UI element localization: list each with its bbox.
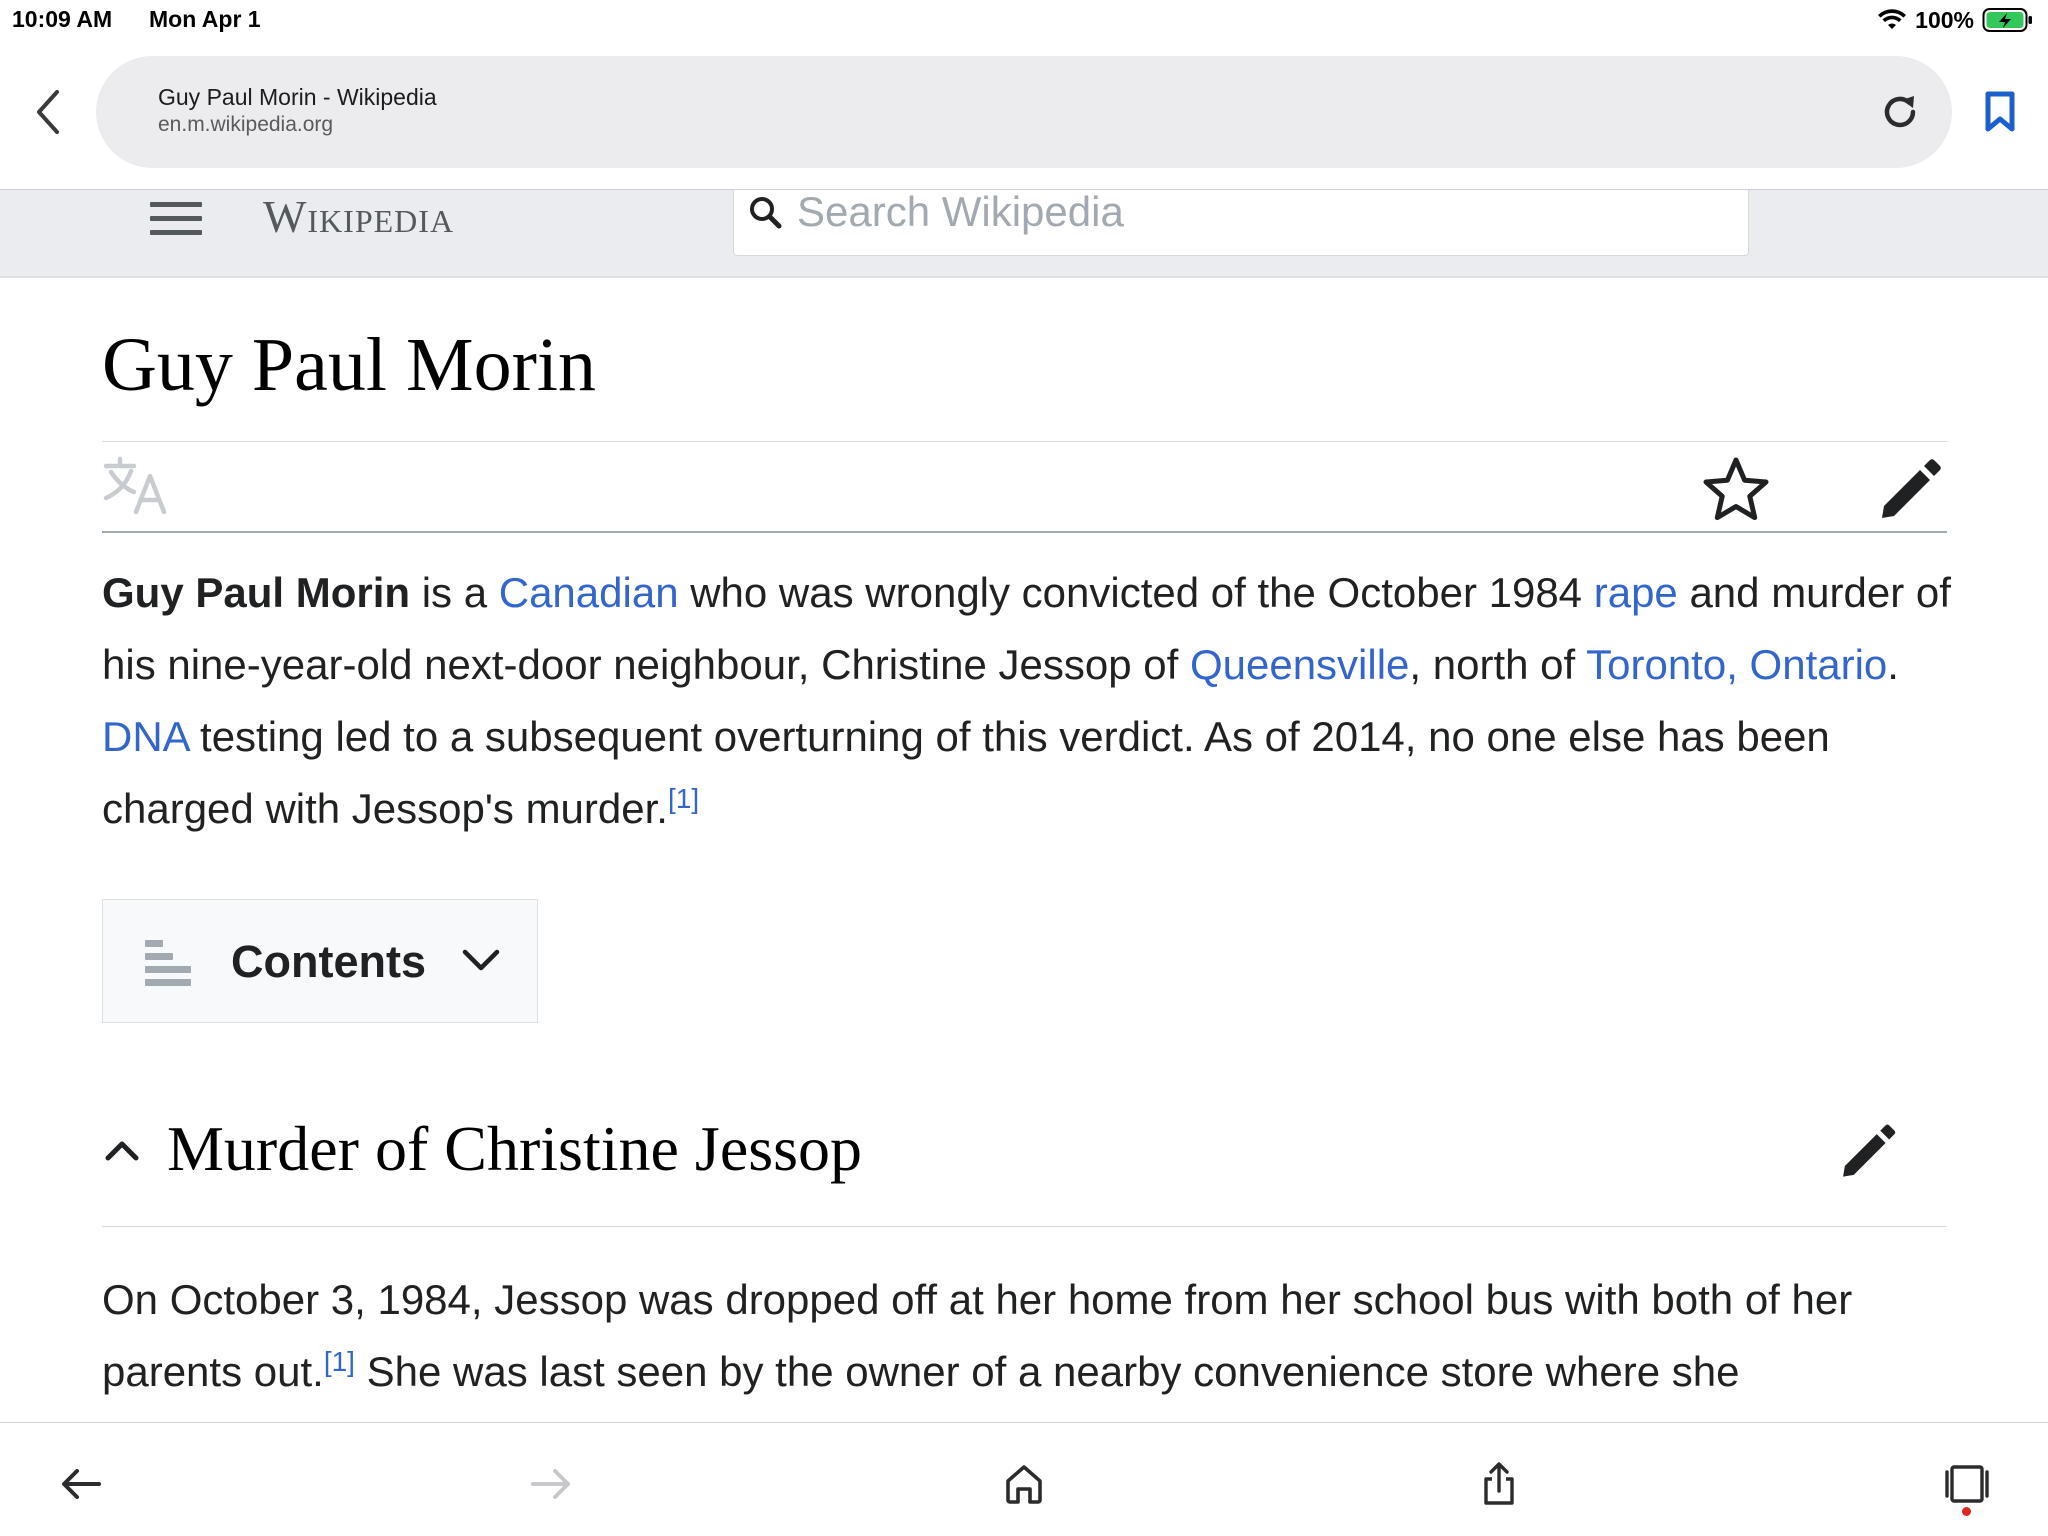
- bookmark-button[interactable]: [1978, 88, 2022, 136]
- link-canadian[interactable]: Canadian: [499, 569, 679, 616]
- address-host: en.m.wikipedia.org: [158, 113, 334, 136]
- section-collapse-button[interactable]: [100, 1128, 144, 1172]
- toolbar-tabs-button[interactable]: [1942, 1459, 1992, 1509]
- battery-percent: 100%: [1915, 6, 1974, 33]
- watch-button[interactable]: [1700, 454, 1772, 526]
- search-icon: [750, 197, 782, 229]
- search-input[interactable]: Search Wikipedia: [733, 188, 1749, 256]
- toolbar-back-button[interactable]: [56, 1459, 106, 1509]
- lead-text: testing led to a subsequent overturning …: [102, 713, 1830, 832]
- arrow-left-icon: [62, 1469, 101, 1499]
- home-icon: [1006, 1465, 1042, 1504]
- edit-page-button[interactable]: [1874, 454, 1944, 524]
- tabs-icon: [1945, 1465, 1989, 1503]
- pencil-icon: [1882, 459, 1941, 518]
- arrow-right-icon: [531, 1469, 570, 1499]
- status-date: Mon Apr 1: [149, 6, 261, 32]
- toolbar-share-button[interactable]: [1474, 1459, 1524, 1509]
- chevron-up-icon: [105, 1141, 139, 1161]
- address-bar[interactable]: Guy Paul Morin - Wikipedia en.m.wikipedi…: [96, 56, 1952, 168]
- contents-toggle[interactable]: Contents: [102, 899, 538, 1023]
- title-bar-divider: [102, 531, 1947, 533]
- reload-button[interactable]: [1876, 88, 1924, 136]
- list-icon: [145, 940, 191, 986]
- status-indicators: 100%: [1877, 4, 2034, 36]
- language-button[interactable]: [102, 456, 172, 516]
- battery-charging-icon: [1982, 8, 2032, 32]
- bookmark-icon: [1985, 91, 2015, 132]
- lead-paragraph: Guy Paul Morin is a Canadian who was wro…: [102, 557, 1952, 845]
- star-icon: [1703, 457, 1769, 521]
- search-placeholder: Search Wikipedia: [797, 188, 1124, 235]
- address-page-title: Guy Paul Morin - Wikipedia: [158, 84, 437, 110]
- section-paragraph: On October 3, 1984, Jessop was dropped o…: [102, 1264, 1952, 1408]
- tabs-indicator-dot: [1962, 1507, 1971, 1516]
- browser-toolbar: [0, 1422, 2048, 1536]
- section-divider: [102, 1226, 1947, 1227]
- browser-back-button[interactable]: [26, 84, 70, 140]
- wifi-icon: [1878, 9, 1907, 29]
- lead-subject: Guy Paul Morin: [102, 569, 411, 616]
- share-icon: [1484, 1462, 1514, 1505]
- link-rape[interactable]: rape: [1594, 569, 1678, 616]
- translate-icon: [103, 456, 167, 515]
- pencil-icon: [1843, 1124, 1896, 1177]
- reference-link[interactable]: [1]: [668, 783, 699, 814]
- page-title: Guy Paul Morin: [102, 323, 596, 407]
- chevron-down-icon: [462, 949, 500, 971]
- title-divider: [102, 441, 1947, 442]
- lead-text: , north of: [1409, 641, 1587, 688]
- reload-icon: [1884, 96, 1916, 128]
- chevron-left-icon: [37, 90, 59, 134]
- status-bar: 10:09 AM Mon Apr 1 100%: [0, 0, 2048, 40]
- wiki-header: Wikipedia Search Wikipedia: [0, 188, 2048, 278]
- lead-text: who was wrongly convicted of the October…: [678, 569, 1594, 616]
- link-dna[interactable]: DNA: [102, 713, 188, 760]
- edit-section-button[interactable]: [1836, 1120, 1898, 1182]
- section-heading[interactable]: Murder of Christine Jessop: [167, 1112, 862, 1186]
- wikipedia-wordmark[interactable]: Wikipedia: [263, 190, 454, 243]
- link-toronto-ontario[interactable]: Toronto, Ontario: [1586, 641, 1887, 688]
- status-time: 10:09 AM: [12, 6, 113, 32]
- reference-link[interactable]: [1]: [324, 1346, 355, 1377]
- toolbar-home-button[interactable]: [999, 1459, 1049, 1509]
- toolbar-forward-button[interactable]: [526, 1459, 576, 1509]
- section-text: She was last seen by the owner of a near…: [354, 1348, 1740, 1395]
- link-queensville[interactable]: Queensville: [1190, 641, 1409, 688]
- contents-label: Contents: [231, 936, 426, 987]
- lead-text: is a: [410, 569, 499, 616]
- lead-text: .: [1887, 641, 1899, 688]
- main-menu-button[interactable]: [150, 196, 204, 240]
